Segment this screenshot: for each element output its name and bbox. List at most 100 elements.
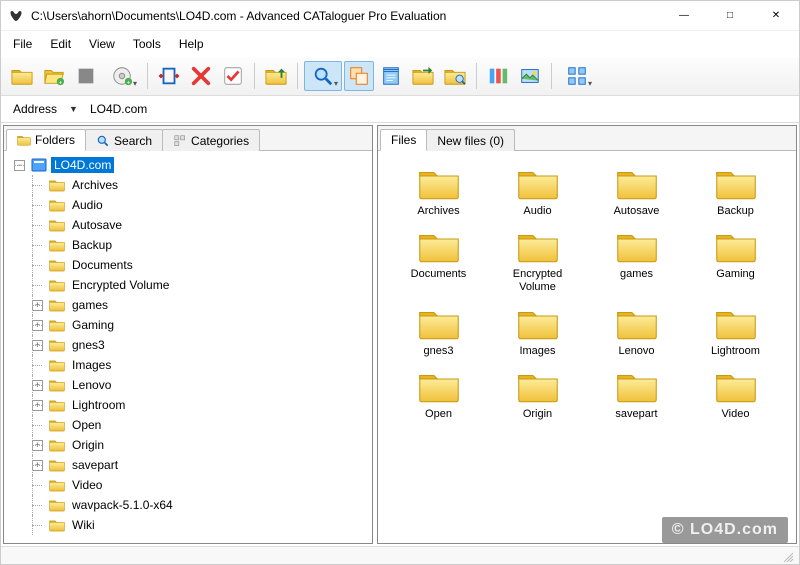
- file-item[interactable]: Documents: [392, 228, 485, 294]
- address-value[interactable]: LO4D.com: [86, 100, 791, 118]
- tree-item[interactable]: Documents: [44, 255, 368, 275]
- duplicates-button[interactable]: [344, 61, 374, 91]
- expand-icon[interactable]: +: [32, 400, 43, 411]
- file-name: gnes3: [424, 345, 454, 358]
- file-item[interactable]: gnes3: [392, 305, 485, 358]
- tree-item[interactable]: Autosave: [44, 215, 368, 235]
- tree-item[interactable]: Archives: [44, 175, 368, 195]
- maximize-button[interactable]: □: [707, 1, 753, 31]
- thumbnails-button[interactable]: [515, 61, 545, 91]
- menu-help[interactable]: Help: [171, 33, 212, 55]
- folder-icon: [418, 228, 460, 264]
- folder-icon: [49, 297, 65, 313]
- file-item[interactable]: Images: [491, 305, 584, 358]
- address-history-dropdown[interactable]: ▼: [67, 104, 80, 114]
- import-button[interactable]: [408, 61, 438, 91]
- tab-new-files[interactable]: New files (0): [426, 129, 515, 151]
- menu-view[interactable]: View: [81, 33, 123, 55]
- folder-icon: [49, 237, 65, 253]
- file-item[interactable]: Gaming: [689, 228, 782, 294]
- open-catalog-button[interactable]: +: [39, 61, 69, 91]
- folder-tree[interactable]: − LO4D.com ArchivesAudioAutosave Backup Do…: [4, 151, 372, 543]
- tree-item-label: savepart: [69, 457, 121, 473]
- file-item[interactable]: Backup: [689, 165, 782, 218]
- file-item[interactable]: games: [590, 228, 683, 294]
- file-item[interactable]: Origin: [491, 368, 584, 421]
- resize-grip-icon[interactable]: [781, 550, 793, 562]
- update-button[interactable]: [261, 61, 291, 91]
- tree-item[interactable]: wavpack-5.1.0-x64: [44, 495, 368, 515]
- tree-spacer: [32, 280, 43, 291]
- tree-item[interactable]: +Origin: [44, 435, 368, 455]
- file-item[interactable]: Archives: [392, 165, 485, 218]
- menu-tools[interactable]: Tools: [125, 33, 169, 55]
- file-item[interactable]: Video: [689, 368, 782, 421]
- tree-spacer: [32, 480, 43, 491]
- columns-button[interactable]: [483, 61, 513, 91]
- file-item[interactable]: savepart: [590, 368, 683, 421]
- files-panel: Files New files (0) ArchivesAudioAutosav…: [377, 125, 797, 544]
- file-item[interactable]: Audio: [491, 165, 584, 218]
- tree-item-label: Lightroom: [69, 397, 128, 413]
- tree-item[interactable]: +Lenovo: [44, 375, 368, 395]
- tree-item-label: Gaming: [69, 317, 117, 333]
- files-view[interactable]: ArchivesAudioAutosaveBackup DocumentsEncr…: [378, 151, 796, 543]
- close-button[interactable]: ✕: [753, 1, 799, 31]
- tree-item[interactable]: Images: [44, 355, 368, 375]
- tab-folders-label: Folders: [35, 133, 75, 147]
- file-item[interactable]: Open: [392, 368, 485, 421]
- window-title: C:\Users\ahorn\Documents\LO4D.com - Adva…: [31, 9, 661, 23]
- tree-item[interactable]: Audio: [44, 195, 368, 215]
- search-button[interactable]: [304, 61, 342, 91]
- tree-root[interactable]: − LO4D.com: [26, 155, 368, 175]
- tree-item[interactable]: Open: [44, 415, 368, 435]
- tree-item[interactable]: +games: [44, 295, 368, 315]
- tab-categories-label: Categories: [191, 134, 249, 148]
- stop-button[interactable]: [71, 61, 101, 91]
- tree-item-label: Backup: [69, 237, 115, 253]
- tree-item[interactable]: Video: [44, 475, 368, 495]
- view-mode-button[interactable]: [558, 61, 596, 91]
- file-item[interactable]: Encrypted Volume: [491, 228, 584, 294]
- tab-search[interactable]: Search: [85, 129, 163, 151]
- tree-item[interactable]: +gnes3: [44, 335, 368, 355]
- tab-categories[interactable]: Categories: [162, 129, 260, 151]
- menu-file[interactable]: File: [5, 33, 40, 55]
- folder-icon: [49, 397, 65, 413]
- search-icon: [96, 134, 110, 148]
- tree-item[interactable]: +savepart: [44, 455, 368, 475]
- tree-item[interactable]: +Gaming: [44, 315, 368, 335]
- tree-root-label: LO4D.com: [51, 157, 114, 173]
- tab-files[interactable]: Files: [380, 129, 427, 151]
- tree-item[interactable]: +Lightroom: [44, 395, 368, 415]
- titlebar: C:\Users\ahorn\Documents\LO4D.com - Adva…: [1, 1, 799, 31]
- find-in-folder-button[interactable]: [440, 61, 470, 91]
- expand-icon[interactable]: +: [32, 320, 43, 331]
- expand-icon[interactable]: +: [32, 440, 43, 451]
- delete-button[interactable]: [186, 61, 216, 91]
- folder-icon: [517, 228, 559, 264]
- resize-button[interactable]: [154, 61, 184, 91]
- minimize-button[interactable]: —: [661, 1, 707, 31]
- tree-spacer: [32, 260, 43, 271]
- tree-item[interactable]: Backup: [44, 235, 368, 255]
- expand-icon[interactable]: +: [32, 380, 43, 391]
- expand-icon[interactable]: +: [32, 300, 43, 311]
- file-name: Video: [722, 408, 750, 421]
- tree-item[interactable]: Encrypted Volume: [44, 275, 368, 295]
- file-item[interactable]: Lightroom: [689, 305, 782, 358]
- notes-button[interactable]: [376, 61, 406, 91]
- address-bar: Address ▼ LO4D.com: [1, 96, 799, 123]
- file-item[interactable]: Autosave: [590, 165, 683, 218]
- scan-disc-button[interactable]: +: [103, 61, 141, 91]
- collapse-icon[interactable]: −: [14, 160, 25, 171]
- menu-edit[interactable]: Edit: [42, 33, 79, 55]
- expand-icon[interactable]: +: [32, 460, 43, 471]
- new-catalog-button[interactable]: [7, 61, 37, 91]
- verify-button[interactable]: [218, 61, 248, 91]
- tab-folders[interactable]: Folders: [6, 129, 86, 151]
- folder-icon: [49, 357, 65, 373]
- file-item[interactable]: Lenovo: [590, 305, 683, 358]
- tree-item[interactable]: Wiki: [44, 515, 368, 535]
- expand-icon[interactable]: +: [32, 340, 43, 351]
